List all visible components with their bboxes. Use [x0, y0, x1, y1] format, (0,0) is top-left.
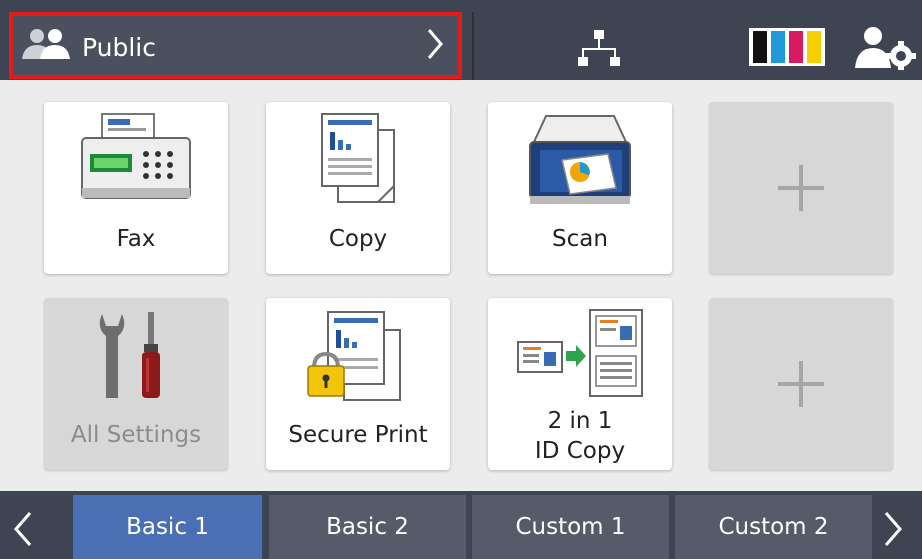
chevron-right-icon [427, 29, 443, 59]
copy-tile[interactable]: Copy [266, 102, 450, 274]
all-settings-label: All Settings [70, 422, 202, 448]
scan-icon [529, 115, 631, 204]
secure-print-label: Secure Print [288, 422, 428, 448]
fax-icon [81, 113, 191, 199]
tab-basic-1[interactable]: Basic 1 [73, 495, 262, 559]
scan-label: Scan [552, 226, 608, 252]
id-copy-label-line1: 2 in 1 [547, 408, 613, 434]
tab-custom-1[interactable]: Custom 1 [472, 495, 669, 559]
secure-print-icon [307, 311, 401, 401]
copy-label: Copy [328, 226, 388, 252]
chevron-right-icon[interactable] [880, 510, 906, 548]
tab-custom-2[interactable]: Custom 2 [675, 495, 872, 559]
plus-icon [778, 361, 824, 407]
tools-icon [99, 312, 160, 398]
secure-print-tile[interactable]: Secure Print [266, 298, 450, 470]
user-label: Public [82, 33, 156, 62]
id-copy-tile[interactable]: 2 in 1 ID Copy [488, 298, 672, 470]
add-shortcut-tile[interactable] [709, 102, 893, 274]
plus-icon [778, 165, 824, 211]
id-copy-label-line2: ID Copy [534, 438, 626, 464]
id-copy-icon [517, 309, 643, 397]
ink-cartridges-icon[interactable] [749, 28, 825, 66]
scan-tile[interactable]: Scan [488, 102, 672, 274]
add-shortcut-tile-2[interactable] [709, 298, 893, 470]
users-icon [22, 29, 70, 59]
copy-icon [321, 113, 395, 203]
tab-basic-2[interactable]: Basic 2 [269, 495, 466, 559]
chevron-left-icon[interactable] [10, 510, 36, 548]
network-icon[interactable] [578, 28, 620, 68]
admin-settings-icon[interactable] [853, 24, 917, 70]
all-settings-tile[interactable]: All Settings [44, 298, 228, 470]
divider [472, 12, 474, 80]
fax-tile[interactable]: Fax [44, 102, 228, 274]
fax-label: Fax [116, 226, 156, 252]
user-switch-button[interactable]: Public [9, 12, 462, 79]
